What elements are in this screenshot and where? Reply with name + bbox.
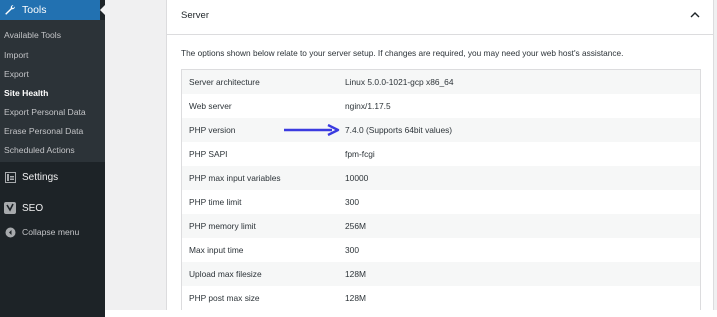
row-value: 300	[345, 245, 359, 255]
panel-title: Server	[181, 10, 209, 21]
seo-icon	[4, 202, 16, 214]
table-row: PHP SAPI fpm-fcgi	[182, 142, 700, 166]
admin-sidebar: Tools Available Tools Import Export Site…	[0, 0, 105, 317]
table-row: PHP memory limit 256M	[182, 214, 700, 238]
row-key: PHP SAPI	[189, 149, 228, 159]
tools-submenu: Available Tools Import Export Site Healt…	[0, 20, 105, 162]
submenu-export-personal-data[interactable]: Export Personal Data	[4, 107, 86, 117]
table-row: Upload max filesize 128M	[182, 262, 700, 286]
collapse-icon	[4, 226, 16, 238]
menu-seo[interactable]: SEO	[4, 202, 43, 214]
row-value: 256M	[345, 221, 366, 231]
table-row: PHP max input variables 10000	[182, 166, 700, 190]
bottom-edge	[105, 310, 717, 317]
collapse-menu-label: Collapse menu	[22, 227, 80, 237]
table-row: PHP version 7.4.0 (Supports 64bit values…	[182, 118, 700, 142]
submenu-export[interactable]: Export	[4, 69, 29, 79]
row-key: Server architecture	[189, 77, 260, 87]
row-value: 300	[345, 197, 359, 207]
row-key: PHP max input variables	[189, 173, 281, 183]
menu-tools[interactable]: Tools	[0, 0, 105, 20]
row-value: 10000	[345, 173, 369, 183]
menu-tools-label: Tools	[22, 4, 47, 16]
server-info-table: Server architecture Linux 5.0.0-1021-gcp…	[181, 69, 701, 310]
row-value: 128M	[345, 269, 366, 279]
row-key: Upload max filesize	[189, 269, 262, 279]
submenu-site-health[interactable]: Site Health	[4, 88, 48, 98]
row-value: nginx/1.17.5	[345, 101, 391, 111]
row-value: Linux 5.0.0-1021-gcp x86_64	[345, 77, 454, 87]
row-key: PHP time limit	[189, 197, 242, 207]
menu-seo-label: SEO	[22, 202, 44, 214]
submenu-available-tools[interactable]: Available Tools	[4, 30, 61, 40]
row-key: Web server	[189, 101, 232, 111]
table-row: PHP post max size 128M	[182, 286, 700, 310]
row-key: Max input time	[189, 245, 244, 255]
row-value: fpm-fcgi	[345, 149, 375, 159]
row-value: 7.4.0 (Supports 64bit values)	[345, 125, 453, 135]
server-info-panel: Server The options shown below relate to…	[166, 0, 714, 311]
row-key: PHP post max size	[189, 293, 260, 303]
menu-settings[interactable]: Settings	[4, 171, 58, 183]
wrench-icon	[4, 4, 16, 16]
panel-description: The options shown below relate to your s…	[181, 48, 624, 58]
submenu-erase-personal-data[interactable]: Erase Personal Data	[4, 126, 83, 136]
chevron-up-icon[interactable]	[689, 8, 701, 20]
arrow-right-icon	[284, 124, 340, 136]
submenu-scheduled-actions[interactable]: Scheduled Actions	[4, 145, 75, 155]
table-row: Web server nginx/1.17.5	[182, 94, 700, 118]
row-value: 128M	[345, 293, 366, 303]
table-row: Server architecture Linux 5.0.0-1021-gcp…	[182, 70, 700, 94]
submenu-import[interactable]: Import	[4, 50, 28, 60]
table-row: PHP time limit 300	[182, 190, 700, 214]
collapse-menu-button[interactable]: Collapse menu	[4, 226, 79, 238]
table-row: Max input time 300	[182, 238, 700, 262]
menu-settings-label: Settings	[22, 171, 59, 183]
settings-icon	[4, 171, 16, 183]
panel-divider	[167, 34, 713, 35]
row-key: PHP memory limit	[189, 221, 256, 231]
